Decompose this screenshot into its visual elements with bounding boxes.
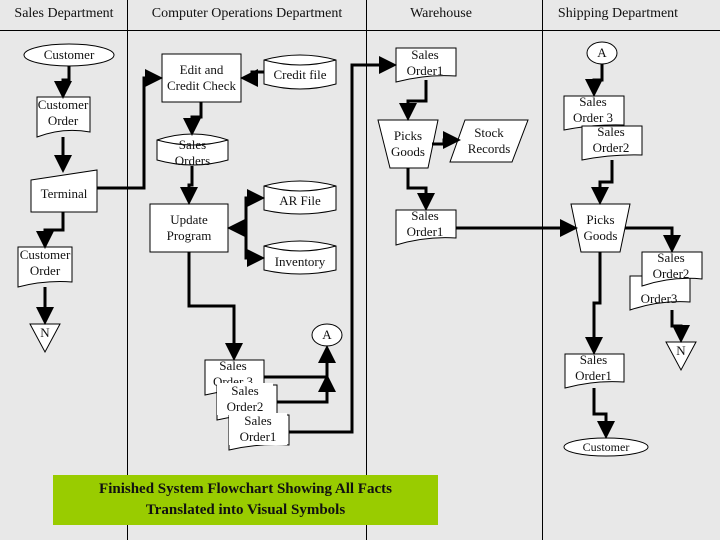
flow-line bbox=[625, 226, 681, 253]
edit-credit-check-process-shape bbox=[161, 53, 242, 103]
flow-line bbox=[180, 166, 198, 205]
customer-order-document-shape-2 bbox=[17, 246, 73, 288]
sales-orders-db-shape bbox=[156, 133, 229, 166]
flow-line bbox=[585, 252, 603, 355]
flow-line bbox=[244, 189, 265, 228]
flow-line bbox=[264, 345, 336, 379]
flow-line bbox=[183, 102, 203, 136]
flowchart-canvas bbox=[17, 41, 703, 457]
flow-line bbox=[187, 252, 243, 361]
flow-line bbox=[244, 228, 265, 267]
flow-line bbox=[592, 388, 615, 439]
connector-a-ship-shape bbox=[586, 41, 618, 65]
wh-sales-order1-top-shape bbox=[395, 47, 457, 83]
offpage-n-shape-right bbox=[665, 341, 697, 372]
caption-line-2: Translated into Visual Symbols bbox=[145, 502, 346, 518]
stock-records-shape bbox=[449, 119, 529, 163]
offpage-n-shape-left bbox=[29, 323, 61, 354]
customer-bottom-terminator-shape bbox=[563, 437, 649, 457]
flow-line bbox=[36, 212, 65, 249]
caption-box: Finished System Flowchart Showing All Fa… bbox=[53, 475, 438, 525]
update-program-process-shape bbox=[149, 203, 229, 253]
flow-line bbox=[97, 69, 163, 190]
ship-so2-top-shape bbox=[581, 125, 643, 161]
connector-a-mid-shape bbox=[311, 323, 343, 347]
wh-picks-goods-shape bbox=[377, 119, 439, 169]
inventory-db-shape bbox=[263, 240, 337, 275]
ship-sales-order1-shape bbox=[564, 353, 625, 389]
ship-so3-shape bbox=[563, 95, 625, 131]
sales-order1-doc-shape bbox=[228, 414, 290, 451]
flow-line bbox=[585, 64, 604, 97]
wh-sales-order1-bottom-shape bbox=[395, 209, 457, 246]
ship-picks-goods-shape bbox=[570, 203, 631, 253]
customer-order-document-shape bbox=[36, 96, 91, 138]
flow-line bbox=[54, 66, 72, 99]
ar-file-db-shape bbox=[263, 180, 337, 215]
flow-line bbox=[432, 131, 461, 149]
flow-line bbox=[670, 310, 690, 343]
terminal-input-shape bbox=[30, 169, 98, 213]
flow-line bbox=[240, 69, 264, 87]
flow-line bbox=[406, 168, 435, 211]
flow-line bbox=[591, 160, 614, 205]
flow-line bbox=[277, 374, 336, 404]
credit-file-db-shape bbox=[263, 54, 337, 90]
flow-line bbox=[399, 80, 428, 121]
caption-line-1: Finished System Flowchart Showing All Fa… bbox=[99, 481, 392, 497]
customer-terminator-shape bbox=[23, 43, 115, 67]
